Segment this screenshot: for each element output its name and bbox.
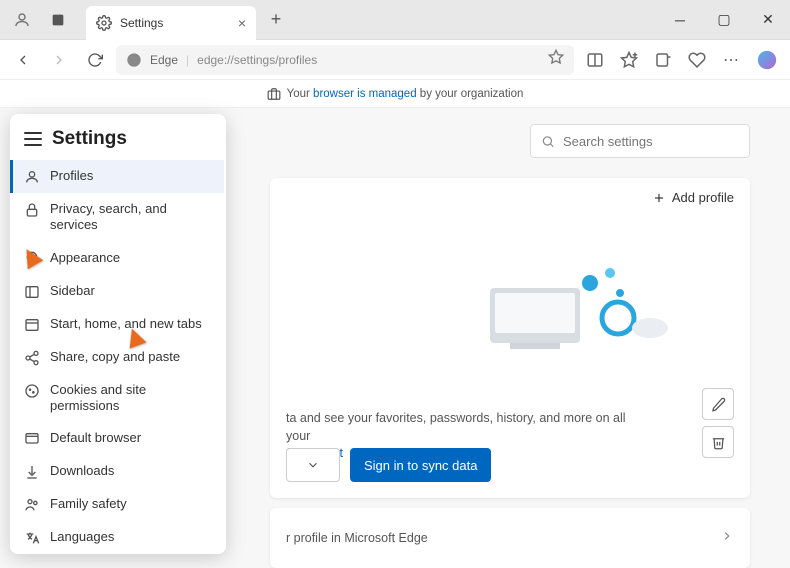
plus-icon [652,191,666,205]
sidebar-item-label: Share, copy and paste [50,349,210,365]
signin-button[interactable]: Sign in to sync data [350,448,491,482]
sidebar-item-default-browser[interactable]: Default browser [10,422,224,455]
sidebar-item-label: Cookies and site permissions [50,382,210,415]
titlebar-left [0,6,80,34]
chevron-down-icon [306,458,320,472]
close-button[interactable]: ✕ [746,0,790,40]
download-icon [24,464,40,480]
sidebar-item-languages[interactable]: Languages [10,521,224,548]
profile-row-card[interactable]: r profile in Microsoft Edge [270,508,750,568]
managed-link[interactable]: browser is managed [313,88,417,100]
tab-actions-icon[interactable] [44,6,72,34]
favorites-icon[interactable] [614,45,644,75]
briefcase-icon [267,87,281,101]
address-bar: Edge | edge://settings/profiles ⋯ [0,40,790,80]
language-icon [24,530,40,546]
sidebar-item-share[interactable]: Share, copy and paste [10,341,224,374]
new-tab-button[interactable]: + [262,6,290,34]
sidebar-title: Settings [52,128,127,150]
sidebar-item-label: Privacy, search, and services [50,201,210,234]
sidebar-item-label: Default browser [50,430,210,446]
tab-title: Settings [120,16,230,30]
sidebar-item-label: Sidebar [50,283,210,299]
maximize-button[interactable]: ▢ [702,0,746,40]
window-controls: ─ ▢ ✕ [658,0,790,40]
cookies-icon [24,383,40,399]
sidebar-icon [24,284,40,300]
sidebar-item-privacy[interactable]: Privacy, search, and services [10,193,224,242]
sidebar-item-downloads[interactable]: Downloads [10,455,224,488]
share-icon [24,350,40,366]
sidebar-item-label: Downloads [50,463,210,479]
edge-logo-icon [126,52,142,68]
sidebar-item-cookies[interactable]: Cookies and site permissions [10,374,224,423]
extensions-icon[interactable] [682,45,712,75]
titlebar: Settings × + ─ ▢ ✕ [0,0,790,40]
refresh-button[interactable] [80,45,110,75]
profile-avatar-icon[interactable] [8,6,36,34]
profile-illustration [470,248,670,368]
profile-icon [24,169,40,185]
browser-tab[interactable]: Settings × [86,6,256,40]
search-icon [541,134,555,149]
gear-icon [96,15,112,31]
family-icon [24,497,40,513]
copilot-icon[interactable] [752,45,782,75]
delete-profile-button[interactable] [702,426,734,458]
url-box[interactable]: Edge | edge://settings/profiles [116,45,574,75]
sidebar-list[interactable]: Profiles Privacy, search, and services A… [10,160,226,548]
collections-icon[interactable] [648,45,678,75]
favorite-star-icon[interactable] [548,49,564,70]
tab-close-icon[interactable]: × [238,15,246,31]
url-separator: | [186,53,189,67]
toolbar-right: ⋯ [580,45,746,75]
chevron-right-icon [720,529,734,548]
hamburger-menu-icon[interactable] [24,132,42,146]
profile-card: Add profile ta and see your favorites, p… [270,178,750,498]
add-profile-label: Add profile [672,190,734,205]
lock-icon [24,202,40,218]
sidebar-item-label: Profiles [50,168,210,184]
pencil-icon [711,397,726,412]
managed-text: Your browser is managed by your organiza… [287,88,524,100]
profile-row-text: r profile in Microsoft Edge [286,531,428,545]
sidebar-item-start[interactable]: Start, home, and new tabs [10,308,224,341]
search-settings-input[interactable] [563,134,739,149]
back-button[interactable] [8,45,38,75]
search-settings-box[interactable] [530,124,750,158]
minimize-button[interactable]: ─ [658,0,702,40]
default-browser-icon [24,431,40,447]
sidebar-item-label: Languages [50,529,210,545]
content-area: Add profile ta and see your favorites, p… [0,108,790,556]
sidebar-item-profiles[interactable]: Profiles [10,160,224,193]
split-screen-icon[interactable] [580,45,610,75]
url-browser-label: Edge [150,53,178,67]
more-menu-icon[interactable]: ⋯ [716,45,746,75]
managed-banner: Your browser is managed by your organiza… [0,80,790,108]
home-icon [24,317,40,333]
edit-profile-button[interactable] [702,388,734,420]
url-text: edge://settings/profiles [197,53,317,67]
account-dropdown[interactable] [286,448,340,482]
trash-icon [711,435,726,450]
forward-button[interactable] [44,45,74,75]
sidebar-item-label: Family safety [50,496,210,512]
sidebar-header: Settings [10,114,226,160]
sidebar-item-label: Appearance [50,250,210,266]
settings-sidebar: Settings Profiles Privacy, search, and s… [10,114,226,554]
sidebar-item-sidebar[interactable]: Sidebar [10,275,224,308]
add-profile-button[interactable]: Add profile [652,190,734,205]
sidebar-item-family[interactable]: Family safety [10,488,224,521]
